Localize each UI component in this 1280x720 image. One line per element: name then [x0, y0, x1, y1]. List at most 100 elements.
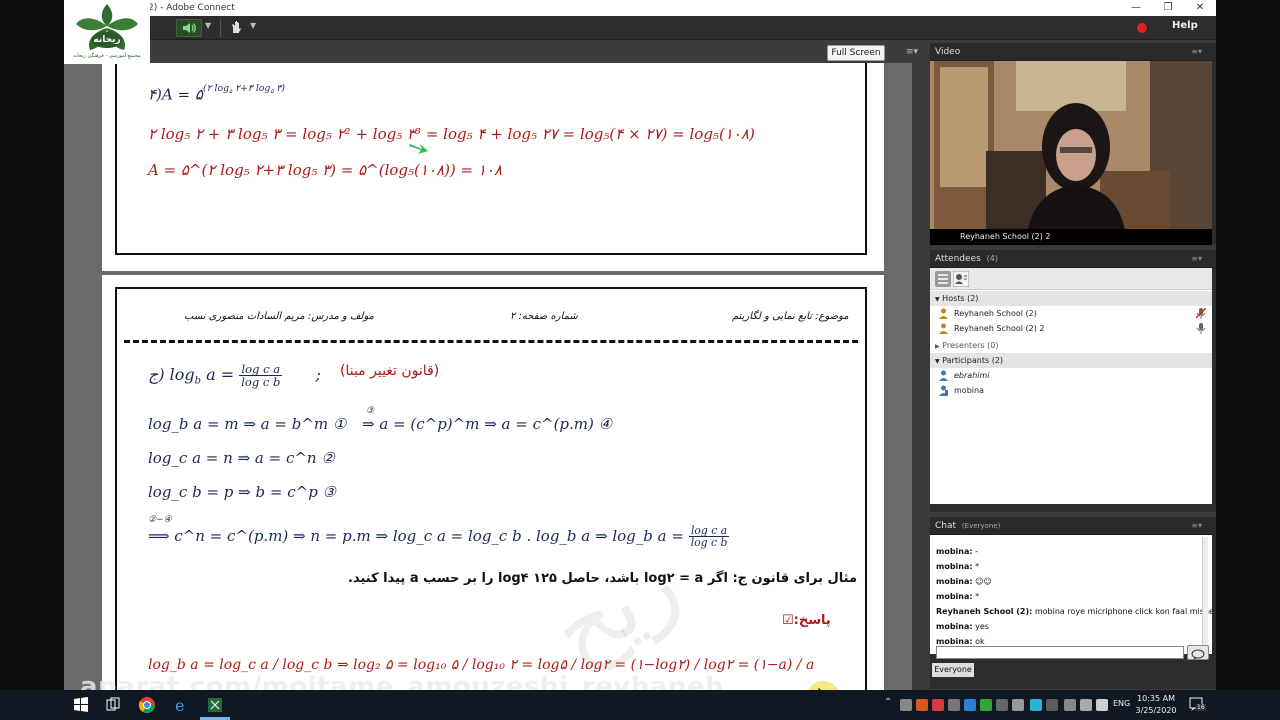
participant-mic-icon	[939, 385, 948, 396]
tray-wifi-icon[interactable]	[1080, 699, 1092, 711]
attendees-count: (4)	[986, 254, 998, 263]
tray-app-icon[interactable]	[996, 699, 1008, 711]
attendees-pod-header: Attendees (4) ≡▾	[930, 250, 1216, 268]
reyhaneh-emblem-icon	[76, 4, 138, 50]
change-of-base-title: (قانون تغییر مبنا)	[340, 363, 440, 379]
attendee-participant-2[interactable]: mobina	[930, 383, 1212, 398]
attendees-view-toolbar	[930, 268, 1212, 290]
slide-page-1: ۴)A = ۵(۲ log۵ ۲+۳ log۵ ۳) ۲ log₅ ۲ + ۳ …	[102, 63, 884, 271]
tray-app-icon[interactable]	[1030, 699, 1042, 711]
rule-lhs-arg: a =	[201, 365, 240, 385]
taskbar-clock[interactable]: 10:35 AM 3/25/2020	[1132, 693, 1180, 717]
share-pod-header: Full Screen ≡▾	[64, 41, 928, 63]
slide1-equation-expand: ۲ log₅ ۲ + ۳ log₅ ۳ = log₅ ۲² + log₅ ۳³ …	[148, 125, 755, 143]
rule-fraction: log c a log c b	[239, 362, 283, 390]
tray-app-icon[interactable]	[980, 699, 992, 711]
tray-app-icon[interactable]	[916, 699, 928, 711]
video-caption: Reyhaneh School (2) 2	[930, 229, 1212, 245]
chat-title: Chat	[935, 521, 957, 531]
help-menu[interactable]: Help	[1172, 20, 1198, 31]
restore-button[interactable]: ❐	[1152, 0, 1184, 16]
video-pod-menu-icon[interactable]: ≡▾	[1191, 43, 1202, 61]
derivation-ref-2-4: ②−④	[148, 515, 172, 525]
chat-message: mobina: -	[936, 547, 979, 556]
chat-message: mobina: *	[936, 592, 980, 601]
tray-app-icon[interactable]	[964, 699, 976, 711]
attendees-list: ▼ Hosts (2) Reyhaneh School (2) Reyhaneh…	[930, 268, 1212, 504]
window-title: 2) - Adobe Connect	[148, 3, 235, 13]
task-view-icon[interactable]	[104, 696, 122, 714]
speaker-button[interactable]	[176, 19, 202, 37]
eq-base: = ۵	[172, 85, 203, 104]
toolbar-divider	[220, 19, 221, 37]
video-pod-title: Video	[935, 47, 961, 57]
tray-volume-icon[interactable]	[1096, 699, 1108, 711]
share-pod-menu-icon[interactable]: ≡▾	[906, 47, 918, 57]
tray-overflow-icon[interactable]: ⌃	[884, 697, 892, 708]
tray-record-icon[interactable]	[932, 699, 944, 711]
chrome-icon[interactable]	[138, 696, 156, 714]
eq-var: A	[161, 85, 173, 104]
chat-message: mobina: ☺☺	[936, 577, 992, 586]
windows-start-icon[interactable]	[72, 696, 90, 714]
tray-app-icon[interactable]	[1012, 699, 1024, 711]
attendee-host-2[interactable]: Reyhaneh School (2) 2	[930, 321, 1212, 336]
adobe-connect-taskbar-icon[interactable]	[206, 696, 224, 714]
tray-network-icon[interactable]	[1046, 699, 1058, 711]
screen: 2) - Adobe Connect — ❐ ✕ ▼ ▼ Help ریحانه…	[0, 0, 1280, 720]
chat-pod: Chat (Everyone) ≡▾ mobina: - mobina: * m…	[930, 517, 1216, 689]
slide-author: مولف و مدرس: مریم السادات منصوری نسب	[184, 311, 374, 322]
document-viewport[interactable]: ۴)A = ۵(۲ log۵ ۲+۳ log۵ ۳) ۲ log₅ ۲ + ۳ …	[64, 63, 928, 690]
chat-send-button[interactable]	[1187, 645, 1209, 660]
svg-text:e: e	[175, 696, 184, 714]
speaker-icon	[183, 23, 196, 33]
pointer-arrow-icon	[409, 144, 428, 154]
hosts-group[interactable]: ▼ Hosts (2)	[930, 291, 1212, 306]
slide1-equation-result: A = ۵^(۲ log₅ ۲+۳ log₅ ۳) = ۵^(log₅(۱۰۸)…	[148, 161, 503, 179]
chat-message: mobina: yes	[936, 622, 989, 631]
tray-app-icon[interactable]	[948, 699, 960, 711]
derivation-line-1: log_b a = m ⇒ a = b^m ①	[148, 415, 347, 433]
minimize-button[interactable]: —	[1120, 0, 1152, 16]
language-indicator[interactable]: ENG	[1113, 699, 1130, 708]
left-black-bar	[0, 0, 64, 690]
internet-explorer-icon[interactable]: e	[172, 696, 190, 714]
rule-label: ج)	[148, 365, 165, 385]
chat-scrollbar[interactable]	[1202, 537, 1208, 649]
raise-hand-button[interactable]	[226, 19, 248, 37]
participants-group[interactable]: ▼ Participants (2)	[930, 353, 1212, 368]
exp-part-3: ۳)	[273, 83, 286, 94]
attendees-title: Attendees	[935, 254, 981, 264]
clock-date: 3/25/2020	[1135, 706, 1177, 715]
status-view-icon[interactable]	[953, 271, 969, 287]
close-button[interactable]: ✕	[1184, 0, 1216, 16]
windows-taskbar: e ⌃ ENG 10:35 AM 3/25/2020 16	[0, 690, 1280, 720]
video-pod: Video ≡▾ Reyhaneh School (2) 2	[930, 43, 1216, 245]
video-feed[interactable]	[930, 61, 1212, 237]
notification-center[interactable]: 16	[1188, 696, 1206, 712]
speaker-dropdown-icon[interactable]: ▼	[205, 21, 211, 30]
tray-cloud-icon[interactable]	[1064, 699, 1076, 711]
chat-message: mobina: ok	[936, 637, 985, 646]
attendees-menu-icon[interactable]: ≡▾	[1191, 250, 1202, 268]
record-indicator-icon[interactable]	[1137, 23, 1147, 33]
tray-mic-icon[interactable]	[900, 699, 912, 711]
attendee-host-1[interactable]: Reyhaneh School (2)	[930, 306, 1212, 321]
presenters-group[interactable]: ▶ Presenters (0)	[930, 338, 1212, 353]
chat-input[interactable]	[936, 646, 1184, 659]
exp-part-1: (۲ log	[202, 83, 230, 94]
answer-equation: log_b a = log_c a / log_c b ⇒ log₂ ۵ = l…	[148, 657, 815, 673]
derivation-fraction: log c a log c b	[688, 524, 730, 550]
attendee-participant-1[interactable]: ebrahimi	[930, 368, 1212, 383]
document-scrollbar[interactable]	[912, 63, 928, 690]
rule-lhs: log	[169, 365, 195, 385]
chat-messages[interactable]: mobina: - mobina: * mobina: ☺☺ mobina: *…	[930, 535, 1214, 654]
slide1-equation-a: ۴)A = ۵(۲ log۵ ۲+۳ log۵ ۳)	[148, 83, 285, 103]
chat-menu-icon[interactable]: ≡▾	[1191, 517, 1202, 535]
list-view-icon[interactable]	[935, 271, 951, 287]
full-screen-button[interactable]: Full Screen	[827, 45, 885, 61]
status-dropdown-icon[interactable]: ▼	[250, 21, 256, 30]
derivation-line-1b: ⇒ a = (c^p)^m ⇒ a = c^(p.m) ④	[362, 415, 613, 433]
chat-tab-everyone[interactable]: Everyone	[932, 663, 974, 677]
title-bar: 2) - Adobe Connect — ❐ ✕	[64, 0, 1216, 16]
